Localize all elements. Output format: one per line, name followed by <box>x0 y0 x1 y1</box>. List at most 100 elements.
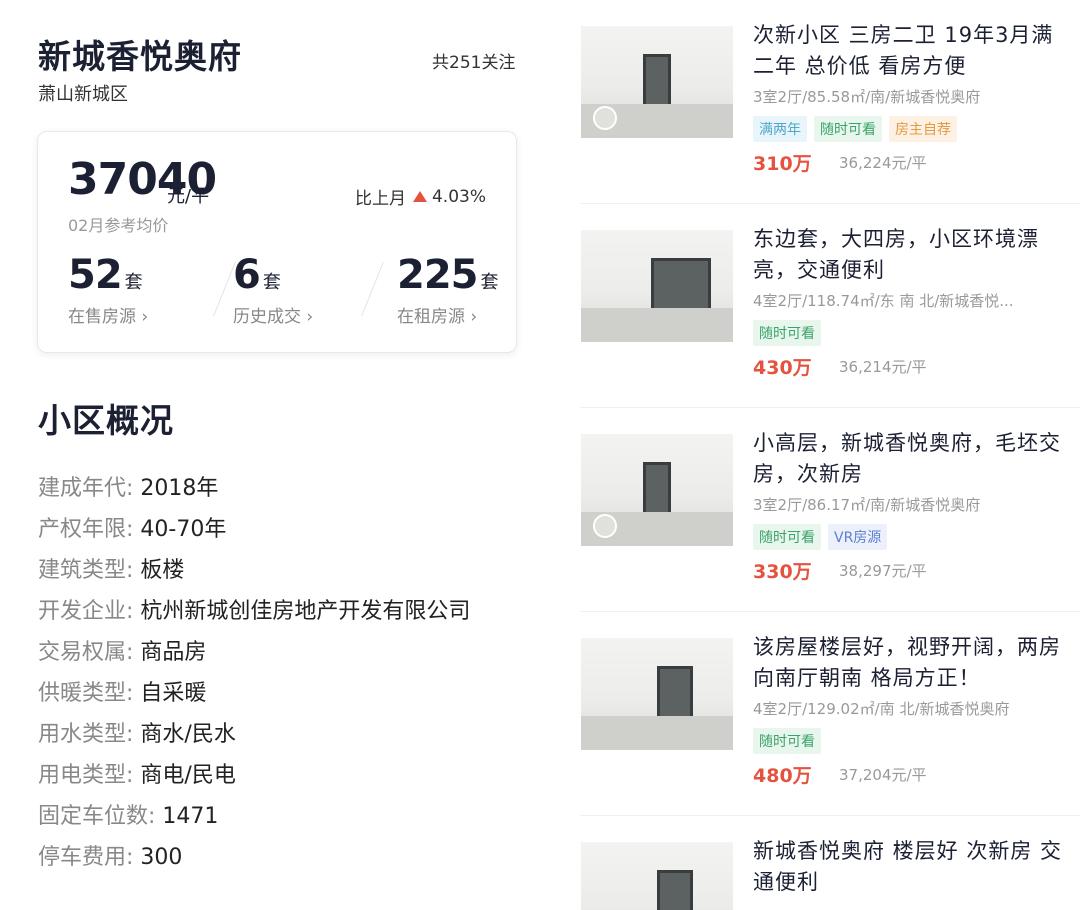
stat-unit: 套 <box>124 272 143 293</box>
stat-link-for-sale[interactable]: 在售房源 › <box>68 302 148 327</box>
overview-item: 停车费用: 300 <box>38 842 470 883</box>
listing-tag: 随时可看 <box>814 116 882 142</box>
floor-graphic <box>581 716 733 750</box>
overview-key: 建成年代: <box>38 476 141 501</box>
listing-card[interactable]: 该房屋楼层好，视野开阔，两房向南厅朝南 格局方正！ 4室2厅/129.02㎡/南… <box>580 612 1080 816</box>
window-graphic <box>657 666 693 722</box>
listing-tag: 满两年 <box>753 116 807 142</box>
listing-tag: 随时可看 <box>753 524 821 550</box>
community-panel: 新城香悦奥府 共251关注 萧山新城区 37040 元/平 02月参考均价 比上… <box>0 0 560 910</box>
overview-value: 自采暖 <box>140 681 207 706</box>
mom-value: 4.03% <box>431 186 486 207</box>
price-card: 37040 元/平 02月参考均价 比上月 4.03% 52 套 在售房源 › 6… <box>37 131 517 353</box>
overview-item: 用水类型: 商水/民水 <box>38 719 470 760</box>
overview-item: 开发企业: 杭州新城创佳房地产开发有限公司 <box>38 596 470 637</box>
listing-desc: 4室2厅/118.74㎡/东 南 北/新城香悦... <box>753 292 1014 310</box>
average-price-caption: 02月参考均价 <box>68 216 169 235</box>
listing-tag: VR房源 <box>828 524 888 550</box>
stat-link-history[interactable]: 历史成交 › <box>233 302 313 327</box>
listing-price: 310万 <box>753 153 812 175</box>
window-graphic <box>657 870 693 910</box>
month-over-month: 比上月 4.03% <box>354 184 486 210</box>
overview-value: 商水/民水 <box>140 722 236 747</box>
listing-title[interactable]: 该房屋楼层好，视野开阔，两房向南厅朝南 格局方正！ <box>753 632 1073 694</box>
overview-value: 商电/民电 <box>140 763 236 788</box>
overview-key: 停车费用: <box>38 845 141 870</box>
overview-key: 固定车位数: <box>38 804 163 829</box>
overview-item: 建筑类型: 板楼 <box>38 555 470 596</box>
listing-photo[interactable] <box>581 842 733 910</box>
stat-unit: 套 <box>262 272 281 293</box>
overview-item: 供暖类型: 自采暖 <box>38 678 470 719</box>
stat-number: 6 <box>233 252 261 298</box>
overview-item: 产权年限: 40-70年 <box>38 514 470 555</box>
play-icon[interactable] <box>593 106 617 130</box>
divider <box>361 261 384 317</box>
overview-key: 用电类型: <box>38 763 141 788</box>
overview-value: 1471 <box>162 804 219 829</box>
overview-item: 固定车位数: 1471 <box>38 801 470 842</box>
mom-label: 比上月 <box>354 189 406 209</box>
listing-photo[interactable] <box>581 230 733 342</box>
stat-for-rent[interactable]: 225 套 在租房源 › <box>397 252 499 327</box>
overview-value: 300 <box>140 845 183 870</box>
stat-history[interactable]: 6套 历史成交 › <box>233 252 313 327</box>
listing-card[interactable]: 东边套，大四房，小区环境漂亮，交通便利 4室2厅/118.74㎡/东 南 北/新… <box>580 204 1080 408</box>
listing-photo[interactable] <box>581 434 733 546</box>
overview-item: 交易权属: 商品房 <box>38 637 470 678</box>
floor-graphic <box>581 308 733 342</box>
listing-unit-price: 37,204元/平 <box>839 766 927 784</box>
overview-title: 小区概况 <box>38 401 174 440</box>
listing-photo[interactable] <box>581 638 733 750</box>
listing-price: 480万 <box>753 765 812 787</box>
stat-link-for-rent[interactable]: 在租房源 › <box>397 302 499 327</box>
listing-tags: 随时可看 <box>753 320 821 346</box>
listing-unit-price: 38,297元/平 <box>839 562 927 580</box>
overview-value: 商品房 <box>140 640 207 665</box>
listing-title[interactable]: 次新小区 三房二卫 19年3月满二年 总价低 看房方便 <box>753 20 1073 82</box>
stat-number: 52 <box>68 252 123 298</box>
overview-value: 2018年 <box>140 476 219 501</box>
listing-card[interactable]: 次新小区 三房二卫 19年3月满二年 总价低 看房方便 3室2厅/85.58㎡/… <box>580 0 1080 204</box>
stat-number: 225 <box>397 252 478 298</box>
average-price-unit: 元/平 <box>167 186 210 207</box>
listing-card[interactable]: 小高层，新城香悦奥府，毛坯交房，次新房 3室2厅/86.17㎡/南/新城香悦奥府… <box>580 408 1080 612</box>
overview-value: 40-70年 <box>140 517 227 542</box>
stat-unit: 套 <box>480 272 499 293</box>
overview-key: 产权年限: <box>38 517 141 542</box>
listing-unit-price: 36,224元/平 <box>839 154 927 172</box>
listing-tags: 随时可看 <box>753 728 821 754</box>
overview-item: 建成年代: 2018年 <box>38 473 470 514</box>
listing-photo[interactable] <box>581 26 733 138</box>
listing-price: 430万 <box>753 357 812 379</box>
listing-tag: 随时可看 <box>753 320 821 346</box>
listing-title[interactable]: 东边套，大四房，小区环境漂亮，交通便利 <box>753 224 1073 286</box>
window-graphic <box>643 462 671 518</box>
play-icon[interactable] <box>593 514 617 538</box>
community-district: 萧山新城区 <box>38 84 128 105</box>
overview-key: 交易权属: <box>38 640 141 665</box>
listing-tags: 满两年 随时可看 房主自荐 <box>753 116 957 142</box>
listing-tag: 随时可看 <box>753 728 821 754</box>
stat-for-sale[interactable]: 52 套 在售房源 › <box>68 252 148 327</box>
overview-key: 用水类型: <box>38 722 141 747</box>
listing-desc: 3室2厅/85.58㎡/南/新城香悦奥府 <box>753 88 981 106</box>
overview-key: 开发企业: <box>38 599 141 624</box>
overview-value: 板楼 <box>140 558 185 583</box>
listing-tag: 房主自荐 <box>889 116 957 142</box>
community-name: 新城香悦奥府 <box>38 37 242 76</box>
listing-desc: 3室2厅/86.17㎡/南/新城香悦奥府 <box>753 496 981 514</box>
listing-price: 330万 <box>753 561 812 583</box>
overview-key: 供暖类型: <box>38 681 141 706</box>
listing-list: 次新小区 三房二卫 19年3月满二年 总价低 看房方便 3室2厅/85.58㎡/… <box>560 0 1080 910</box>
window-graphic <box>643 54 671 110</box>
overview-list: 建成年代: 2018年 产权年限: 40-70年 建筑类型: 板楼 开发企业: … <box>38 473 470 883</box>
overview-key: 建筑类型: <box>38 558 141 583</box>
listing-title[interactable]: 小高层，新城香悦奥府，毛坯交房，次新房 <box>753 428 1073 490</box>
listing-title[interactable]: 新城香悦奥府 楼层好 次新房 交通便利 <box>753 836 1073 898</box>
follower-count[interactable]: 共251关注 <box>432 48 515 73</box>
overview-item: 用电类型: 商电/民电 <box>38 760 470 801</box>
window-graphic <box>651 258 711 314</box>
triangle-up-icon <box>412 191 427 202</box>
listing-card[interactable]: 新城香悦奥府 楼层好 次新房 交通便利 <box>580 816 1080 910</box>
